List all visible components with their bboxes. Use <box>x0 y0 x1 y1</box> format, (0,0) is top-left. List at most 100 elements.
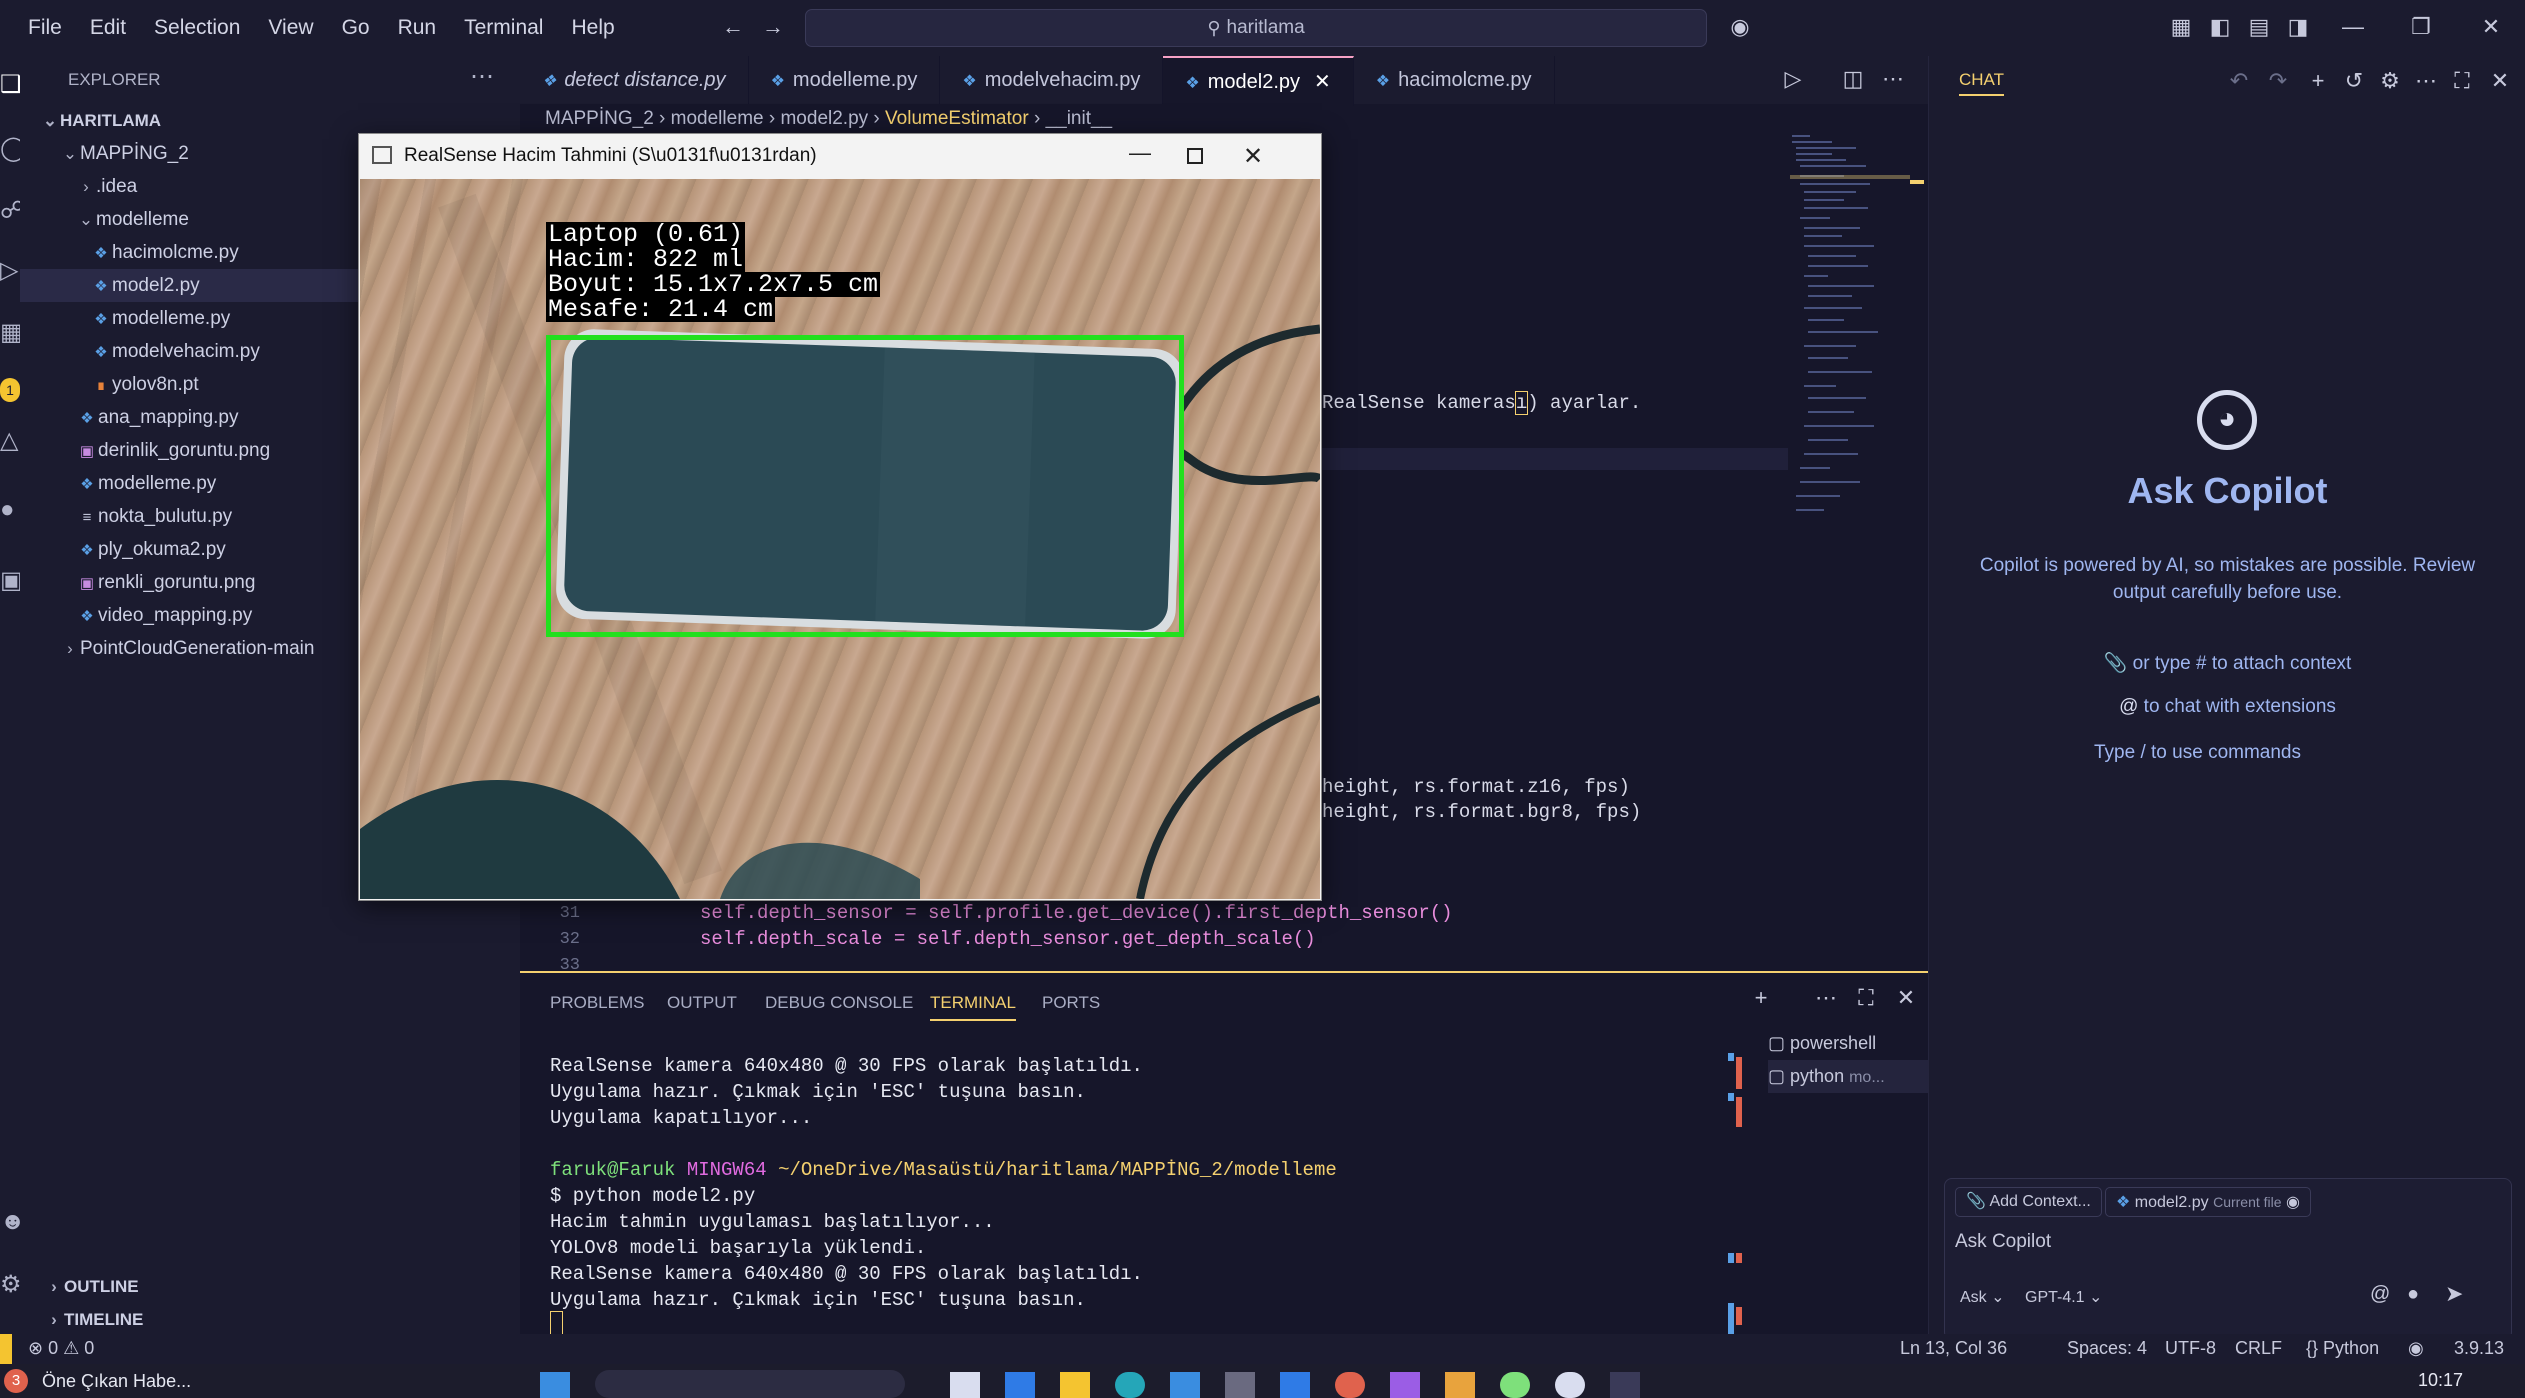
app-icon[interactable] <box>1500 1372 1530 1398</box>
file-derinlik-goruntu[interactable]: ▣ derinlik_goruntu.png <box>76 434 270 467</box>
tab-hacimolcme[interactable]: ❖ hacimolcme.py <box>1354 56 1555 104</box>
workspace-root[interactable]: ⌄ HARITLAMA <box>40 104 161 137</box>
vscode-taskbar-icon[interactable] <box>1280 1372 1310 1398</box>
tab-problems[interactable]: PROBLEMS <box>550 993 644 1013</box>
command-search-input[interactable]: ⚲ haritlama <box>805 9 1707 47</box>
minimize-icon[interactable]: — <box>2338 12 2368 42</box>
panel-more-icon[interactable]: ⋯ <box>1811 983 1841 1013</box>
outline-section[interactable]: › OUTLINE <box>44 1270 138 1303</box>
toggle-secondary-sidebar-icon[interactable]: ◨ <box>2283 12 2313 42</box>
app-icon[interactable] <box>1390 1372 1420 1398</box>
app-icon[interactable] <box>1555 1372 1585 1398</box>
mention-icon[interactable]: @ <box>2370 1283 2390 1306</box>
copilot-icon[interactable]: ◉ <box>1725 12 1755 42</box>
chat-input-box[interactable]: 📎 Add Context... ❖ model2.py Current fil… <box>1944 1178 2512 1340</box>
tab-modelvehacim[interactable]: ❖ modelvehacim.py <box>940 56 1164 104</box>
forward-arrow-icon[interactable]: → <box>758 12 788 42</box>
mode-select[interactable]: Ask ⌄ <box>1960 1287 2005 1307</box>
folder-mapping2[interactable]: ⌄ MAPPİNG_2 <box>60 137 189 170</box>
folder-pointcloud[interactable]: › PointCloudGeneration-main <box>60 632 314 665</box>
history-icon[interactable]: ↺ <box>2339 66 2369 96</box>
problems-indicator[interactable]: ⊗ 0 ⚠ 0 <box>28 1338 94 1359</box>
restore-icon[interactable]: ❐ <box>2406 12 2436 42</box>
folder-modelleme[interactable]: ⌄ modelleme <box>76 203 189 236</box>
breadcrumb-item[interactable]: model2.py <box>780 108 868 129</box>
run-file-icon[interactable]: ▷ <box>1778 64 1808 94</box>
timeline-section[interactable]: › TIMELINE <box>44 1303 143 1336</box>
menu-selection[interactable]: Selection <box>140 0 254 56</box>
breadcrumb-item[interactable]: MAPPİNG_2 <box>545 108 654 129</box>
close-tab-icon[interactable]: ✕ <box>1314 71 1331 93</box>
undo-icon[interactable]: ↶ <box>2224 66 2254 96</box>
file-modelleme[interactable]: ❖ modelleme.py <box>90 302 230 335</box>
copilot-status-icon[interactable]: ◉ <box>2408 1338 2424 1359</box>
file-ana-mapping[interactable]: ❖ ana_mapping.py <box>76 401 238 434</box>
split-editor-icon[interactable]: ◫ <box>1838 64 1868 94</box>
language-mode[interactable]: {} Python <box>2306 1338 2379 1359</box>
tab-debug-console[interactable]: DEBUG CONSOLE <box>765 993 913 1013</box>
redo-icon[interactable]: ↷ <box>2263 66 2293 96</box>
account-icon[interactable]: ☻ <box>0 1208 20 1244</box>
menu-go[interactable]: Go <box>328 0 384 56</box>
breadcrumb-item[interactable]: VolumeEstimator <box>885 108 1029 129</box>
files-icon[interactable]: ❑ <box>0 70 20 106</box>
eye-icon[interactable]: ◉ <box>2286 1194 2300 1211</box>
terminal-instance-python[interactable]: ▢ python mo... <box>1768 1060 1928 1093</box>
file-renkli-goruntu[interactable]: ▣ renkli_goruntu.png <box>76 566 255 599</box>
terminal-cursor[interactable] <box>550 1311 563 1335</box>
file-ply-okuma2[interactable]: ❖ ply_okuma2.py <box>76 533 226 566</box>
tab-modelleme[interactable]: ❖ modelleme.py <box>749 56 941 104</box>
breadcrumb-item[interactable]: modelleme <box>671 108 764 129</box>
minimap[interactable] <box>1790 135 1910 535</box>
tab-ports[interactable]: PORTS <box>1042 993 1100 1013</box>
menu-view[interactable]: View <box>254 0 327 56</box>
maximize-icon[interactable] <box>1187 148 1203 164</box>
file-modelvehacim[interactable]: ❖ modelvehacim.py <box>90 335 260 368</box>
remote-indicator[interactable] <box>0 1334 12 1364</box>
menu-file[interactable]: File <box>14 0 76 56</box>
taskbar-clock[interactable]: 10:17 <box>2418 1370 2463 1391</box>
browser-icon[interactable] <box>1115 1372 1145 1398</box>
more-actions-icon[interactable]: ⋯ <box>470 62 494 91</box>
chat-input-placeholder[interactable]: Ask Copilot <box>1955 1231 2051 1253</box>
taskbar-search-input[interactable] <box>595 1370 905 1398</box>
file-video-mapping[interactable]: ❖ video_mapping.py <box>76 599 252 632</box>
layout-customize-icon[interactable]: ▦ <box>2166 12 2196 42</box>
add-context-button[interactable]: 📎 Add Context... <box>1955 1187 2102 1217</box>
close-panel-icon[interactable]: ✕ <box>1891 983 1921 1013</box>
maximize-chat-icon[interactable]: ⛶ <box>2447 66 2477 96</box>
realsense-titlebar[interactable]: RealSense Hacim Tahmini (S\u0131f\u0131r… <box>359 134 1321 178</box>
encoding[interactable]: UTF-8 <box>2165 1338 2216 1359</box>
app-icon[interactable] <box>1170 1372 1200 1398</box>
menu-edit[interactable]: Edit <box>76 0 140 56</box>
indentation[interactable]: Spaces: 4 <box>2067 1338 2147 1359</box>
breadcrumb-item[interactable]: __init__ <box>1046 108 1113 129</box>
close-icon[interactable]: ✕ <box>1243 142 1263 171</box>
file-nokta-bulutu[interactable]: ≡ nokta_bulutu.py <box>76 500 233 533</box>
chat-settings-icon[interactable]: ⚙ <box>2375 66 2405 96</box>
python-version[interactable]: 3.9.13 <box>2454 1338 2504 1359</box>
realsense-window[interactable]: RealSense Hacim Tahmini (S\u0131f\u0131r… <box>358 133 1322 901</box>
microphone-icon[interactable]: ● <box>2407 1283 2419 1306</box>
source-control-icon[interactable]: ☍ <box>0 196 20 232</box>
app-icon[interactable] <box>950 1372 980 1398</box>
app-icon[interactable] <box>1005 1372 1035 1398</box>
send-icon[interactable]: ➤ <box>2445 1281 2463 1307</box>
remote-explorer-icon[interactable]: ▣ <box>0 566 20 602</box>
search-view-icon[interactable]: ◯ <box>0 134 20 170</box>
menu-help[interactable]: Help <box>557 0 628 56</box>
extensions-icon[interactable]: ▦ <box>0 318 20 354</box>
tab-terminal[interactable]: TERMINAL <box>930 993 1016 1021</box>
tab-detect-distance[interactable]: ❖ detect distance.py <box>520 56 749 104</box>
current-file-chip[interactable]: ❖ model2.py Current file ◉ <box>2105 1187 2311 1217</box>
file-modelleme-root[interactable]: ❖ modelleme.py <box>76 467 216 500</box>
new-chat-icon[interactable]: + <box>2303 66 2333 96</box>
tab-output[interactable]: OUTPUT <box>667 993 737 1013</box>
close-chat-icon[interactable]: ✕ <box>2485 66 2515 96</box>
close-window-icon[interactable]: ✕ <box>2476 12 2506 42</box>
maximize-panel-icon[interactable]: ⛶ <box>1851 983 1881 1013</box>
model-select[interactable]: GPT-4.1 ⌄ <box>2025 1287 2102 1307</box>
news-widget[interactable]: Öne Çıkan Habe... <box>42 1371 191 1392</box>
line-ending[interactable]: CRLF <box>2235 1338 2282 1359</box>
app-icon[interactable] <box>1445 1372 1475 1398</box>
